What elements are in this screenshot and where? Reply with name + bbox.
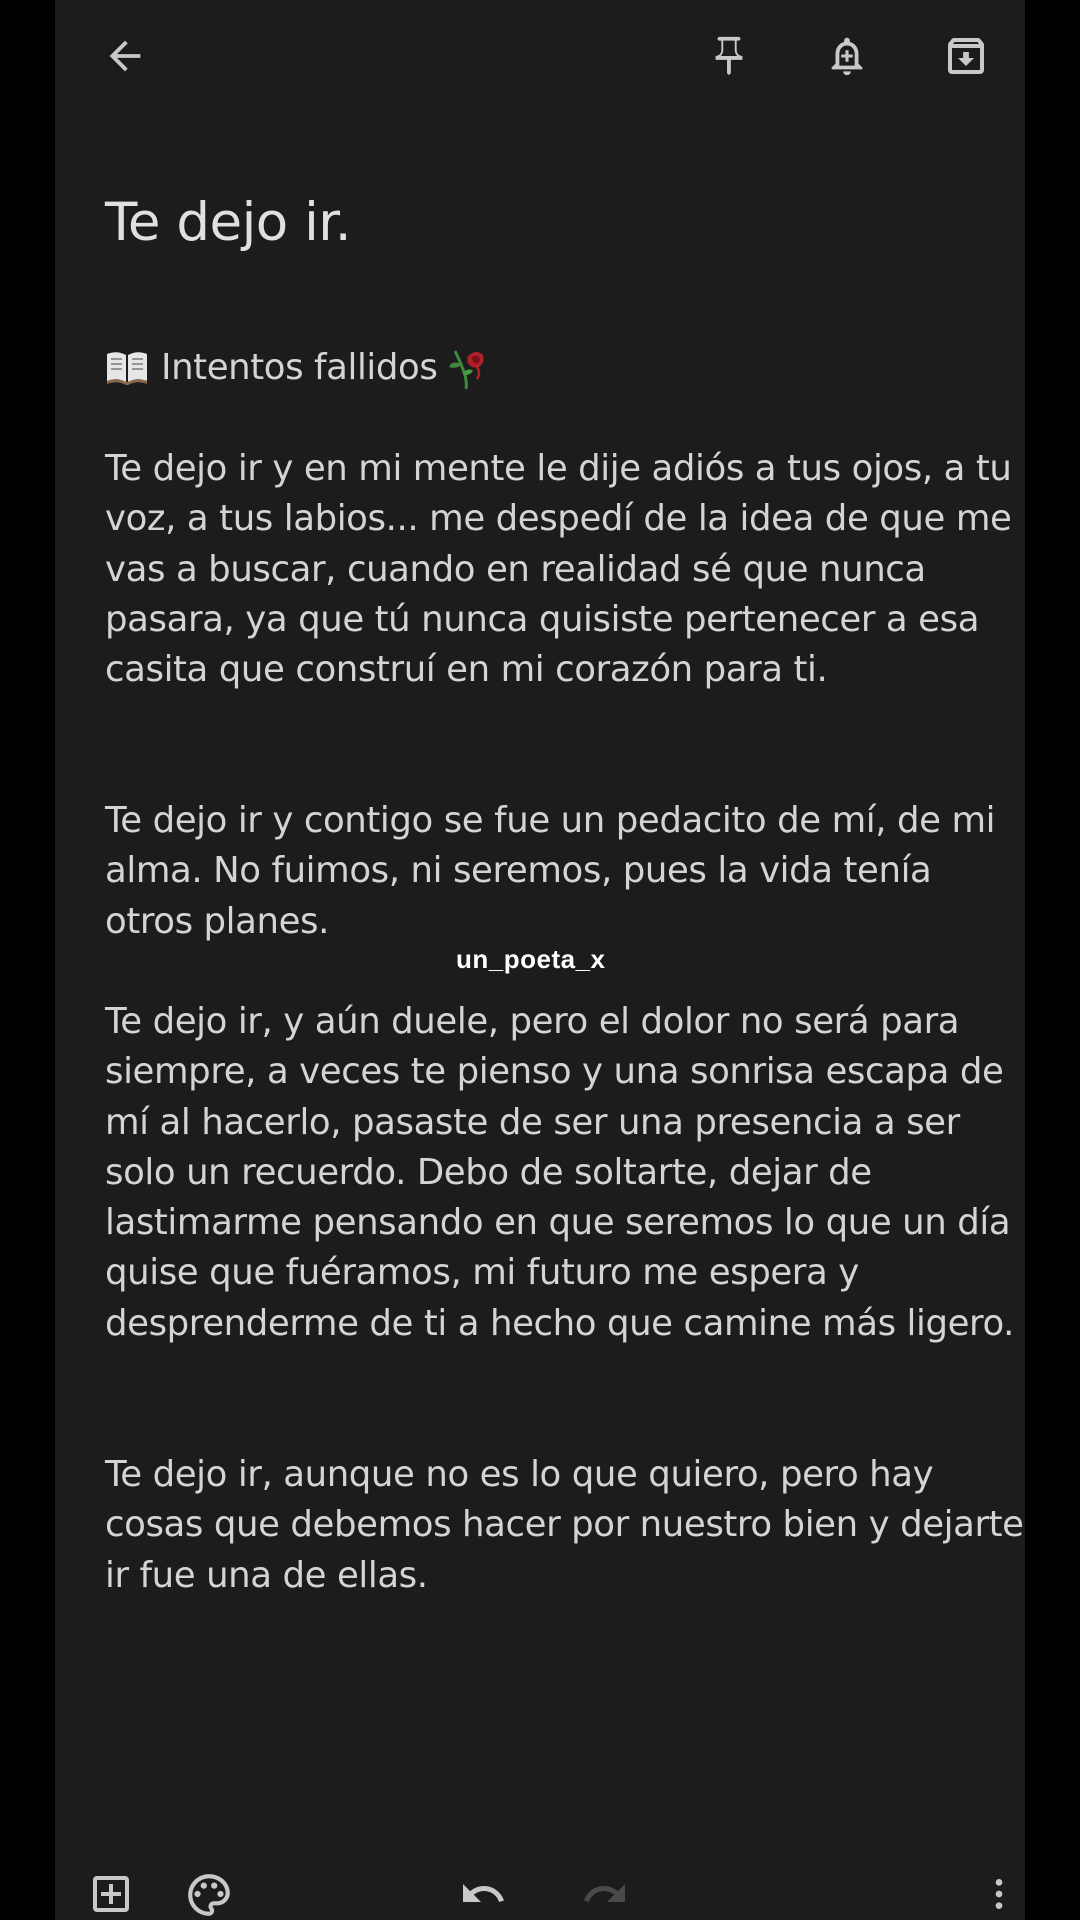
top-app-bar [55,0,1025,110]
note-paragraph[interactable]: Te dejo ir y en mi mente le dije adiós a… [105,444,1025,695]
subtitle-text: Intentos fallidos [161,347,438,388]
reminder-bell-icon[interactable] [815,24,879,88]
note-paragraph[interactable]: Te dejo ir, y aún duele, pero el dolor n… [105,997,1025,1349]
note-subtitle-line[interactable]: Intentos fallidos [105,343,1025,393]
bottom-toolbar [55,1870,1025,1920]
wilted-rose-icon [447,345,487,391]
note-paragraph[interactable]: Te dejo ir, aunque no es lo que quiero, … [105,1450,1025,1601]
more-vert-icon[interactable] [967,1870,1025,1920]
open-book-icon [105,350,149,386]
watermark-text: un_poeta_x [456,944,606,974]
undo-icon[interactable] [451,1870,515,1920]
palette-icon[interactable] [177,1870,241,1920]
archive-icon[interactable] [934,24,998,88]
pin-icon[interactable] [697,24,761,88]
redo-icon[interactable] [573,1870,637,1920]
add-box-icon[interactable] [79,1870,143,1920]
back-arrow-icon[interactable] [93,24,157,88]
note-title[interactable]: Te dejo ir. [105,192,352,253]
note-paragraph[interactable]: Te dejo ir y contigo se fue un pedacito … [105,796,1025,947]
